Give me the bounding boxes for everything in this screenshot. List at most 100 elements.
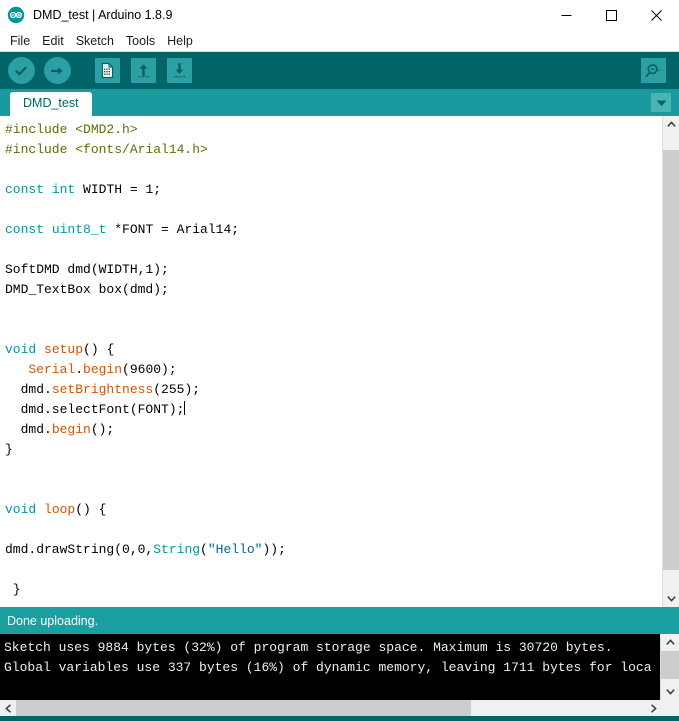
code-token: <fonts/Arial14.h>: [75, 142, 208, 157]
title-bar: DMD_test | Arduino 1.8.9: [0, 0, 679, 30]
code-token: setup: [44, 342, 83, 357]
console-vertical-scrollbar[interactable]: [660, 634, 679, 700]
checkmark-icon: [8, 57, 35, 84]
console-scroll-right-button[interactable]: [645, 700, 661, 716]
code-token: begin: [83, 362, 122, 377]
code-token: String: [153, 542, 200, 557]
arrow-down-icon: [167, 58, 192, 83]
code-line: #include <fonts/Arial14.h>: [5, 140, 662, 160]
code-token: [44, 182, 52, 197]
code-token: dmd.: [5, 382, 52, 397]
code-token: setBrightness: [52, 382, 153, 397]
editor-vertical-scrollbar[interactable]: [662, 116, 679, 607]
code-text-area[interactable]: #include <DMD2.h>#include <fonts/Arial14…: [0, 116, 662, 607]
status-message: Done uploading.: [7, 614, 98, 628]
arrow-right-icon: [44, 57, 71, 84]
code-line: Serial.begin(9600);: [5, 360, 662, 380]
verify-button[interactable]: [6, 56, 36, 86]
code-line: #include <DMD2.h>: [5, 120, 662, 140]
code-line: [5, 460, 662, 480]
code-token: int: [52, 182, 75, 197]
code-token: [36, 342, 44, 357]
console-scroll-up-button[interactable]: [661, 634, 679, 651]
code-token: SoftDMD dmd(WIDTH,1);: [5, 262, 169, 277]
code-line: [5, 200, 662, 220]
console-horizontal-scrollbar[interactable]: [0, 700, 679, 716]
code-token: <DMD2.h>: [75, 122, 137, 137]
scroll-down-button[interactable]: [663, 590, 679, 607]
code-token: (255);: [153, 382, 200, 397]
code-line: [5, 160, 662, 180]
serial-monitor-button[interactable]: [638, 56, 668, 86]
code-token: "Hello": [208, 542, 263, 557]
code-token: dmd.drawString(0,0,: [5, 542, 153, 557]
maximize-button[interactable]: [589, 0, 634, 30]
menu-item-sketch[interactable]: Sketch: [70, 31, 120, 51]
code-line: dmd.drawString(0,0,String("Hello"));: [5, 540, 662, 560]
code-token: begin: [52, 422, 91, 437]
console-hscroll-track[interactable]: [16, 700, 645, 716]
code-token: DMD_TextBox box(dmd);: [5, 282, 169, 297]
window-controls: [544, 0, 679, 30]
code-token: }: [5, 582, 21, 597]
editor-scroll-track[interactable]: [663, 133, 679, 590]
menu-item-tools[interactable]: Tools: [120, 31, 161, 51]
console-output[interactable]: Sketch uses 9884 bytes (32%) of program …: [0, 634, 660, 700]
code-token: ();: [91, 422, 114, 437]
new-button[interactable]: [92, 56, 122, 86]
code-line: void setup() {: [5, 340, 662, 360]
scrollbar-corner: [661, 700, 679, 716]
console-hscroll-thumb[interactable]: [16, 700, 471, 716]
code-token: () {: [75, 502, 106, 517]
status-bar: Done uploading.: [0, 607, 679, 634]
toolbar: [0, 52, 679, 89]
menu-item-help[interactable]: Help: [161, 31, 199, 51]
close-button[interactable]: [634, 0, 679, 30]
tab-dmd-test[interactable]: DMD_test: [10, 92, 92, 116]
code-editor-area: #include <DMD2.h>#include <fonts/Arial14…: [0, 116, 679, 607]
menu-item-edit[interactable]: Edit: [36, 31, 70, 51]
code-line: }: [5, 440, 662, 460]
console-scroll-thumb[interactable]: [661, 651, 679, 679]
code-token: void: [5, 342, 36, 357]
window-title: DMD_test | Arduino 1.8.9: [33, 8, 544, 22]
code-line: SoftDMD dmd(WIDTH,1);: [5, 260, 662, 280]
code-line: const int WIDTH = 1;: [5, 180, 662, 200]
code-line: void loop() {: [5, 500, 662, 520]
code-line: [5, 240, 662, 260]
open-button[interactable]: [128, 56, 158, 86]
code-line: const uint8_t *FONT = Arial14;: [5, 220, 662, 240]
magnifier-icon: [641, 58, 666, 83]
console-line: Global variables use 337 bytes (16%) of …: [4, 658, 660, 678]
upload-button[interactable]: [42, 56, 72, 86]
code-token: const: [5, 222, 44, 237]
editor-scroll-thumb[interactable]: [663, 150, 679, 570]
bottom-bar: [0, 716, 679, 721]
toolbar-right-group: [638, 56, 668, 86]
menu-bar: File Edit Sketch Tools Help: [0, 30, 679, 52]
minimize-button[interactable]: [544, 0, 589, 30]
code-line: [5, 320, 662, 340]
arduino-ide-window: DMD_test | Arduino 1.8.9 File Edit Sketc…: [0, 0, 679, 721]
scroll-up-button[interactable]: [663, 116, 679, 133]
arduino-logo-icon: [7, 6, 25, 24]
tab-menu-button[interactable]: [651, 93, 671, 112]
menu-item-file[interactable]: File: [4, 31, 36, 51]
code-token: dmd.selectFont(FONT);: [5, 402, 184, 417]
console-line: Sketch uses 9884 bytes (32%) of program …: [4, 638, 660, 658]
code-token: [36, 502, 44, 517]
arrow-up-icon: [131, 58, 156, 83]
code-token: uint8_t: [52, 222, 107, 237]
new-document-icon: [95, 58, 120, 83]
console-scroll-track[interactable]: [661, 651, 679, 683]
code-token: [5, 362, 28, 377]
code-token: (9600);: [122, 362, 177, 377]
console-scroll-left-button[interactable]: [0, 700, 16, 716]
console-scroll-down-button[interactable]: [661, 683, 679, 700]
console-area: Sketch uses 9884 bytes (32%) of program …: [0, 634, 679, 700]
code-line: dmd.selectFont(FONT);: [5, 400, 662, 420]
code-line: DMD_TextBox box(dmd);: [5, 280, 662, 300]
save-button[interactable]: [164, 56, 194, 86]
tab-bar: DMD_test: [0, 89, 679, 116]
code-token: ));: [262, 542, 285, 557]
